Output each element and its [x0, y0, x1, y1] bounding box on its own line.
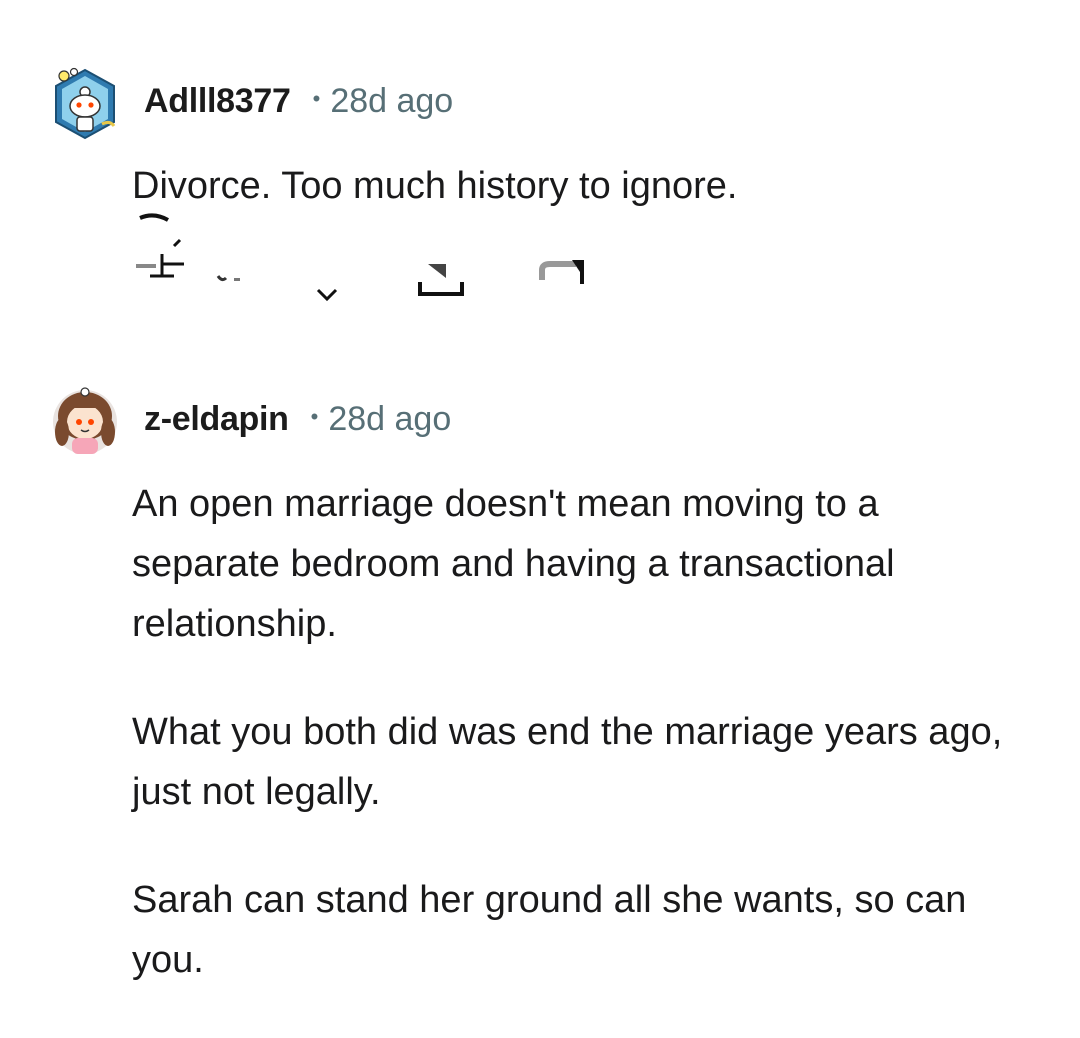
comment-action-bar	[132, 212, 612, 302]
timestamp: 28d ago	[328, 400, 452, 438]
separator-dot: •	[312, 86, 321, 111]
comment-meta: z-eldapin • 28d ago	[144, 400, 451, 439]
separator-dot: •	[310, 404, 319, 429]
username[interactable]: z-eldapin	[144, 400, 289, 439]
downvote-icon[interactable]	[314, 284, 342, 304]
girl-avatar-icon	[53, 387, 117, 454]
avatar-icon[interactable]	[52, 66, 118, 142]
share-icon[interactable]	[538, 258, 588, 298]
upvote-icon[interactable]	[134, 212, 188, 302]
comment-paragraph: Divorce. Too much history to ignore.	[132, 165, 738, 207]
comment-meta: Adlll8377 • 28d ago	[144, 82, 453, 121]
timestamp: 28d ago	[330, 82, 454, 120]
reply-icon[interactable]	[416, 260, 466, 300]
comment-body: An open marriage doesn't mean moving to …	[132, 474, 1012, 1038]
reddit-snoo-avatar-icon	[55, 67, 116, 140]
username[interactable]: Adlll8377	[144, 82, 291, 121]
comment-paragraph: An open marriage doesn't mean moving to …	[132, 483, 895, 645]
comment-paragraph: What you both did was end the marriage y…	[132, 711, 1003, 813]
avatar-icon[interactable]	[52, 384, 118, 460]
comment-paragraph: Sarah can stand her ground all she wants…	[132, 879, 967, 981]
vote-score	[216, 270, 256, 290]
